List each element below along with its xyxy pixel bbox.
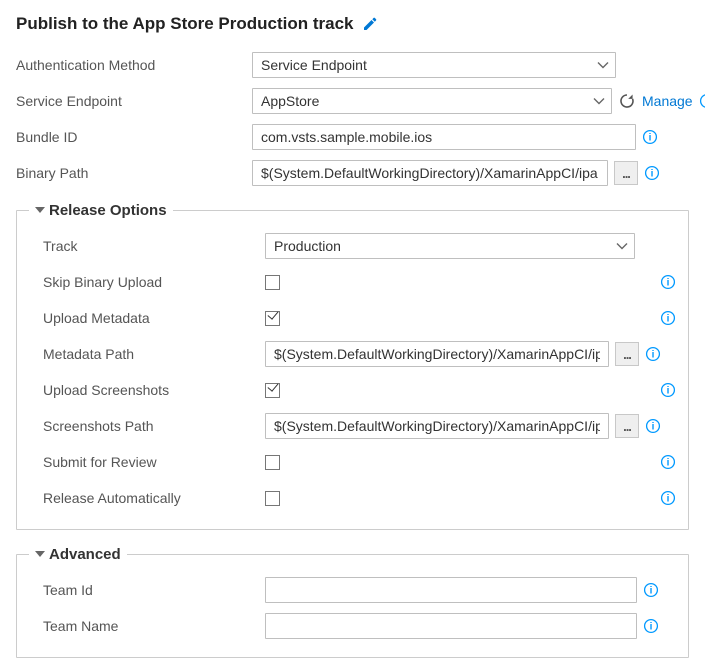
svg-text:i: i — [652, 422, 655, 433]
caret-down-icon — [35, 551, 45, 557]
info-icon[interactable]: i — [645, 418, 661, 434]
svg-text:i: i — [667, 314, 670, 325]
caret-down-icon — [35, 207, 45, 213]
binary-path-label: Binary Path — [16, 165, 252, 181]
ellipsis-icon: ... — [623, 419, 631, 434]
release-auto-checkbox[interactable] — [265, 491, 280, 506]
ellipsis-icon: ... — [623, 347, 631, 362]
info-icon[interactable]: i — [660, 382, 676, 398]
service-endpoint-label: Service Endpoint — [16, 93, 252, 109]
track-select[interactable]: Production — [265, 233, 635, 259]
upload-metadata-checkbox[interactable] — [265, 311, 280, 326]
page-title: Publish to the App Store Production trac… — [16, 14, 354, 34]
browse-button[interactable]: ... — [615, 342, 639, 366]
svg-text:i: i — [652, 350, 655, 361]
svg-text:i: i — [667, 278, 670, 289]
svg-text:i: i — [650, 622, 653, 633]
upload-screenshots-label: Upload Screenshots — [29, 382, 265, 398]
info-icon[interactable]: i — [644, 165, 660, 181]
release-options-group: Release Options Track Production Skip Bi… — [16, 202, 689, 530]
submit-review-checkbox[interactable] — [265, 455, 280, 470]
manage-link[interactable]: Manage — [642, 93, 693, 109]
svg-text:i: i — [667, 494, 670, 505]
auth-method-label: Authentication Method — [16, 57, 252, 73]
info-icon[interactable]: i — [643, 618, 659, 634]
info-icon[interactable]: i — [660, 490, 676, 506]
svg-text:i: i — [650, 586, 653, 597]
upload-screenshots-checkbox[interactable] — [265, 383, 280, 398]
refresh-icon[interactable] — [618, 92, 636, 110]
track-label: Track — [29, 238, 265, 254]
binary-path-input[interactable] — [252, 160, 608, 186]
bundle-id-label: Bundle ID — [16, 129, 252, 145]
browse-button[interactable]: ... — [615, 414, 639, 438]
info-icon[interactable]: i — [660, 454, 676, 470]
info-icon[interactable]: i — [642, 129, 658, 145]
info-icon[interactable]: i — [660, 310, 676, 326]
submit-review-label: Submit for Review — [29, 454, 265, 470]
skip-binary-label: Skip Binary Upload — [29, 274, 265, 290]
skip-binary-checkbox[interactable] — [265, 275, 280, 290]
team-name-input[interactable] — [265, 613, 637, 639]
screenshots-path-label: Screenshots Path — [29, 418, 265, 434]
team-id-label: Team Id — [29, 582, 265, 598]
team-name-label: Team Name — [29, 618, 265, 634]
browse-button[interactable]: ... — [614, 161, 638, 185]
svg-text:i: i — [667, 386, 670, 397]
release-options-legend-text: Release Options — [49, 202, 167, 219]
advanced-legend[interactable]: Advanced — [29, 546, 127, 563]
info-icon[interactable]: i — [643, 582, 659, 598]
edit-title-icon[interactable] — [362, 16, 378, 32]
advanced-legend-text: Advanced — [49, 546, 121, 563]
team-id-input[interactable] — [265, 577, 637, 603]
svg-text:i: i — [651, 169, 654, 180]
svg-text:i: i — [649, 133, 652, 144]
advanced-group: Advanced Team Id i Team Name i — [16, 546, 689, 658]
auth-method-select[interactable]: Service Endpoint — [252, 52, 616, 78]
service-endpoint-select[interactable]: AppStore — [252, 88, 612, 114]
metadata-path-input[interactable] — [265, 341, 609, 367]
info-icon[interactable]: i — [699, 93, 705, 109]
screenshots-path-input[interactable] — [265, 413, 609, 439]
svg-text:i: i — [667, 458, 670, 469]
release-auto-label: Release Automatically — [29, 490, 265, 506]
upload-metadata-label: Upload Metadata — [29, 310, 265, 326]
release-options-legend[interactable]: Release Options — [29, 202, 173, 219]
info-icon[interactable]: i — [660, 274, 676, 290]
bundle-id-input[interactable] — [252, 124, 636, 150]
info-icon[interactable]: i — [645, 346, 661, 362]
ellipsis-icon: ... — [622, 166, 630, 181]
metadata-path-label: Metadata Path — [29, 346, 265, 362]
